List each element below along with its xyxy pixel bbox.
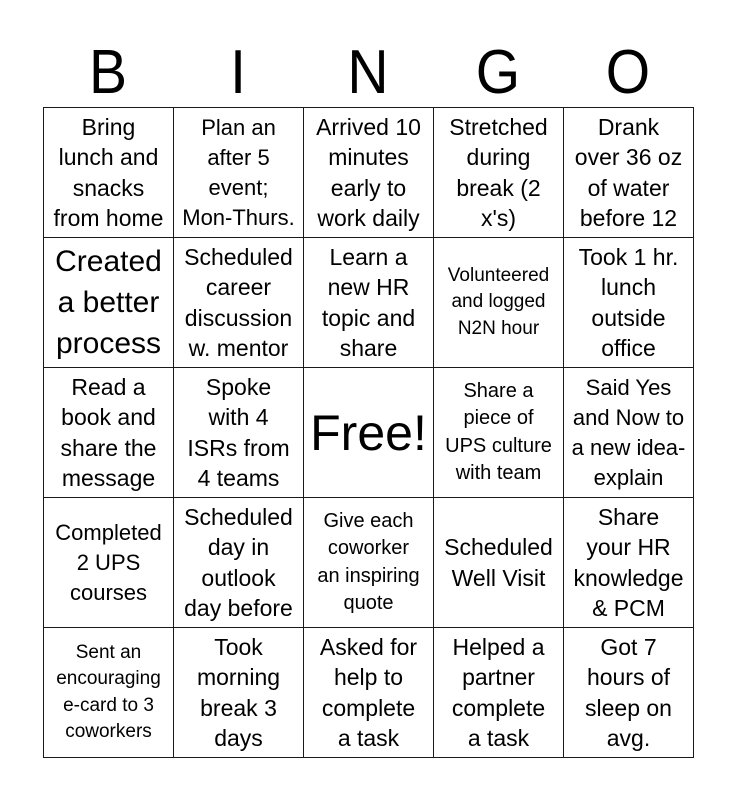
bingo-cell[interactable]: Volunteered and logged N2N hour xyxy=(433,237,564,368)
bingo-row: Created a better process Scheduled caree… xyxy=(43,237,694,368)
header-letter-g: G xyxy=(475,38,521,107)
cell-text: Asked for help to complete a task xyxy=(319,633,418,752)
bingo-cell[interactable]: Scheduled career discussion w. mentor xyxy=(173,237,304,368)
header-letter-i: I xyxy=(230,38,246,107)
cell-text: Give each coworker an inspiring quote xyxy=(317,509,420,615)
bingo-cell[interactable]: Scheduled Well Visit xyxy=(433,497,564,628)
bingo-cell[interactable]: Asked for help to complete a task xyxy=(303,627,434,758)
cell-text: Sent an encouraging e-card to 3 coworker… xyxy=(56,641,161,743)
cell-text: Volunteered and logged N2N hour xyxy=(447,264,550,339)
bingo-cell[interactable]: Created a better process xyxy=(43,237,174,368)
bingo-cell[interactable]: Read a book and share the message xyxy=(43,367,174,498)
bingo-cell[interactable]: Bring lunch and snacks from home xyxy=(43,107,174,238)
bingo-cell[interactable]: Stretched during break (2 x's) xyxy=(433,107,564,238)
bingo-cell[interactable]: Share your HR knowledge & PCM xyxy=(563,497,694,628)
bingo-cell[interactable]: Spoke with 4 ISRs from 4 teams xyxy=(173,367,304,498)
bingo-row: Read a book and share the message Spoke … xyxy=(43,367,694,498)
free-space-text: Free! xyxy=(310,404,427,461)
cell-text: Spoke with 4 ISRs from 4 teams xyxy=(187,373,290,492)
bingo-cell[interactable]: Took 1 hr. lunch outside office xyxy=(563,237,694,368)
bingo-cell[interactable]: Got 7 hours of sleep on avg. xyxy=(563,627,694,758)
bingo-row: Bring lunch and snacks from home Plan an… xyxy=(43,107,694,238)
header-letter-o: O xyxy=(605,38,651,107)
free-space-cell[interactable]: Free! xyxy=(303,367,434,498)
cell-text: Learn a new HR topic and share xyxy=(321,243,416,362)
cell-text: Stretched during break (2 x's) xyxy=(449,113,548,232)
cell-text: Arrived 10 minutes early to work daily xyxy=(316,113,421,232)
cell-text: Drank over 36 oz of water before 12 xyxy=(574,113,683,232)
cell-text: Bring lunch and snacks from home xyxy=(53,113,164,232)
bingo-cell[interactable]: Plan an after 5 event; Mon-Thurs. xyxy=(173,107,304,238)
bingo-cell[interactable]: Completed 2 UPS courses xyxy=(43,497,174,628)
bingo-cell[interactable]: Sent an encouraging e-card to 3 coworker… xyxy=(43,627,174,758)
cell-text: Helped a partner complete a task xyxy=(451,633,546,752)
cell-text: Share your HR knowledge & PCM xyxy=(573,503,684,622)
bingo-cell[interactable]: Said Yes and Now to a new idea- explain xyxy=(563,367,694,498)
bingo-cell[interactable]: Drank over 36 oz of water before 12 xyxy=(563,107,694,238)
cell-text: Plan an after 5 event; Mon-Thurs. xyxy=(182,114,295,230)
bingo-header: B I N G O xyxy=(43,40,693,106)
cell-text: Said Yes and Now to a new idea- explain xyxy=(571,374,686,490)
bingo-cell[interactable]: Give each coworker an inspiring quote xyxy=(303,497,434,628)
bingo-cell[interactable]: Helped a partner complete a task xyxy=(433,627,564,758)
bingo-cell[interactable]: Scheduled day in outlook day before xyxy=(173,497,304,628)
cell-text: Scheduled Well Visit xyxy=(444,534,553,591)
cell-text: Read a book and share the message xyxy=(60,373,157,492)
bingo-cell[interactable]: Took morning break 3 days xyxy=(173,627,304,758)
cell-text: Scheduled day in outlook day before xyxy=(184,503,293,622)
bingo-cell[interactable]: Arrived 10 minutes early to work daily xyxy=(303,107,434,238)
cell-text: Created a better process xyxy=(55,245,162,360)
bingo-cell[interactable]: Learn a new HR topic and share xyxy=(303,237,434,368)
header-letter-n: N xyxy=(347,38,389,107)
cell-text: Got 7 hours of sleep on avg. xyxy=(585,633,672,752)
cell-text: Scheduled career discussion w. mentor xyxy=(184,243,293,362)
bingo-row: Completed 2 UPS courses Scheduled day in… xyxy=(43,497,694,628)
cell-text: Took 1 hr. lunch outside office xyxy=(578,243,679,362)
cell-text: Share a piece of UPS culture with team xyxy=(445,379,552,485)
header-letter-b: B xyxy=(88,38,128,107)
cell-text: Completed 2 UPS courses xyxy=(55,519,162,605)
cell-text: Took morning break 3 days xyxy=(196,633,281,752)
bingo-row: Sent an encouraging e-card to 3 coworker… xyxy=(43,627,694,758)
bingo-cell[interactable]: Share a piece of UPS culture with team xyxy=(433,367,564,498)
bingo-card-grid: Bring lunch and snacks from home Plan an… xyxy=(43,107,694,758)
